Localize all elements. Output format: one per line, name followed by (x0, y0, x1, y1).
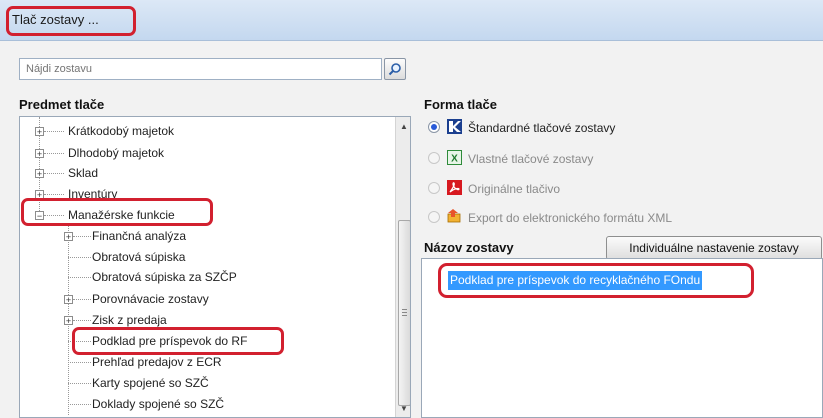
window-title: Tlač zostavy ... (12, 12, 99, 27)
tree-item-turnover-list[interactable]: Obratová súpiska (92, 248, 185, 266)
tree-line (68, 383, 91, 384)
option-xml-export-label: Export do elektronického formátu XML (468, 211, 673, 225)
tree-item-financial-analysis[interactable]: Finančná analýza (92, 227, 186, 245)
tree-line (68, 362, 91, 363)
radio-xml-export[interactable] (428, 211, 440, 223)
scroll-up-icon[interactable]: ▲ (396, 119, 410, 135)
excel-icon: X (447, 150, 462, 165)
tree-item-inventories[interactable]: Inventúry (68, 185, 117, 203)
radio-standard-reports[interactable] (428, 121, 440, 133)
print-form-label: Forma tlače (424, 97, 497, 112)
search-button[interactable] (384, 58, 406, 80)
tree-scrollbar[interactable]: ▲ ▼ (395, 117, 410, 417)
expand-icon[interactable]: + (64, 232, 73, 242)
tree-item-warehouse[interactable]: Sklad (68, 164, 98, 182)
grip-line (402, 309, 407, 310)
scroll-thumb[interactable] (398, 220, 410, 406)
expand-icon[interactable]: + (35, 190, 44, 200)
subject-tree[interactable]: + + + + − + + + Krátkodobý majetok Dlhod… (19, 116, 411, 418)
tree-line (68, 341, 91, 342)
tree-item-ecr-sales[interactable]: Prehľad predajov z ECR (92, 353, 222, 371)
search-input[interactable] (20, 59, 381, 79)
tree-line (44, 194, 64, 195)
tree-line (44, 153, 64, 154)
option-standard-reports-label: Štandardné tlačové zostavy (468, 121, 616, 135)
pdf-icon (447, 180, 462, 195)
expand-icon[interactable]: + (35, 127, 44, 137)
option-custom-reports-label: Vlastné tlačové zostavy (468, 152, 594, 166)
subject-label: Predmet tlače (19, 97, 105, 112)
tree-line (73, 236, 91, 237)
individual-settings-button[interactable]: Individuálne nastavenie zostavy (606, 236, 822, 260)
tree-item-rf-contribution[interactable]: Podklad pre príspevok do RF (92, 332, 247, 350)
grip-line (402, 315, 407, 316)
tree-line (73, 320, 91, 321)
expand-icon[interactable]: + (35, 149, 44, 159)
tree-line (44, 215, 64, 216)
export-icon (447, 209, 461, 223)
tree-line (73, 299, 91, 300)
tree-line (68, 277, 91, 278)
svg-text:X: X (451, 154, 458, 165)
report-name-selected[interactable]: Podklad pre príspevok do recyklačného FO… (448, 271, 703, 290)
tree-item-szc-documents[interactable]: Doklady spojené so SZČ (92, 395, 224, 413)
tree-line (68, 257, 91, 258)
tree-item-long-term-assets[interactable]: Dlhodobý majetok (68, 144, 164, 162)
tree-line (44, 173, 64, 174)
grip-line (402, 312, 407, 313)
search-field[interactable] (19, 58, 382, 80)
expand-icon[interactable]: + (64, 295, 73, 305)
collapse-icon[interactable]: − (35, 211, 44, 221)
scroll-down-icon[interactable]: ▼ (396, 401, 410, 417)
expand-icon[interactable]: + (64, 316, 73, 326)
tree-item-comparative-reports[interactable]: Porovnávacie zostavy (92, 290, 209, 308)
title-bar: Tlač zostavy ... (0, 0, 823, 41)
tree-line (68, 404, 91, 405)
kros-logo-icon (447, 119, 462, 134)
tree-item-szc-cards[interactable]: Karty spojené so SZČ (92, 374, 209, 392)
tree-line (44, 131, 64, 132)
report-name-label: Názov zostavy (424, 240, 514, 255)
option-original-form-label: Originálne tlačivo (468, 182, 561, 196)
radio-original-form[interactable] (428, 182, 440, 194)
tree-item-management-functions[interactable]: Manažérske funkcie (68, 206, 175, 224)
expand-icon[interactable]: + (35, 169, 44, 179)
tree-item-short-term-assets[interactable]: Krátkodobý majetok (68, 122, 174, 140)
search-icon (388, 63, 401, 76)
tree-item-sales-profit[interactable]: Zisk z predaja (92, 311, 167, 329)
radio-custom-reports[interactable] (428, 152, 440, 164)
tree-item-turnover-list-szcp[interactable]: Obratová súpiska za SZČP (92, 268, 237, 286)
